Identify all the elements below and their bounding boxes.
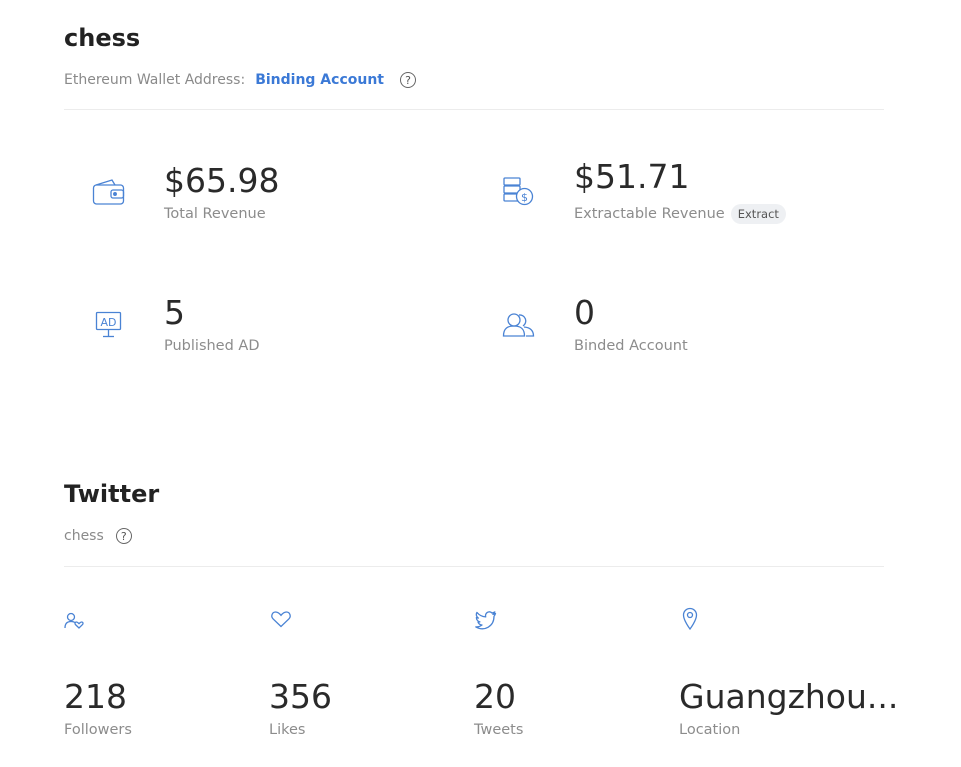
extractable-revenue-row: Extractable Revenue Extract	[574, 204, 786, 224]
binding-account-link[interactable]: Binding Account	[255, 72, 384, 88]
users-icon	[502, 312, 536, 338]
divider	[64, 109, 884, 110]
location-value: Guangzhou...	[679, 677, 899, 716]
total-revenue-label: Total Revenue	[164, 206, 266, 222]
svg-text:$: $	[521, 191, 528, 204]
extractable-revenue-label: Extractable Revenue	[574, 206, 725, 222]
follower-heart-icon	[64, 612, 86, 630]
location-label: Location	[679, 722, 741, 738]
heart-icon	[270, 610, 292, 628]
ad-monitor-icon: AD	[95, 311, 123, 339]
total-revenue-value: $65.98	[164, 161, 280, 200]
wallet-label: Ethereum Wallet Address:	[64, 72, 246, 88]
tweets-label: Tweets	[474, 722, 524, 738]
wallet-icon	[92, 177, 126, 207]
twitter-handle-row: chess ?	[64, 528, 132, 544]
twitter-help-icon[interactable]: ?	[115, 528, 132, 544]
published-ad-label: Published AD	[164, 338, 260, 354]
divider	[64, 566, 884, 567]
twitter-handle: chess	[64, 528, 104, 544]
help-icon[interactable]: ?	[399, 72, 416, 88]
binded-account-value: 0	[574, 293, 595, 332]
wallet-row: Ethereum Wallet Address: Binding Account…	[64, 72, 416, 88]
likes-value: 356	[269, 677, 332, 716]
extractable-revenue-value: $51.71	[574, 157, 690, 196]
extract-button[interactable]: Extract	[730, 204, 786, 224]
account-title: chess	[64, 24, 141, 52]
twitter-bird-icon	[475, 610, 497, 630]
likes-label: Likes	[269, 722, 306, 738]
tweets-value: 20	[474, 677, 516, 716]
ad-icon-text: AD	[101, 316, 117, 329]
binded-account-label: Binded Account	[574, 338, 688, 354]
followers-value: 218	[64, 677, 127, 716]
published-ad-value: 5	[164, 293, 185, 332]
location-pin-icon	[682, 607, 698, 631]
followers-label: Followers	[64, 722, 132, 738]
coins-dollar-icon: $	[502, 176, 536, 208]
twitter-title: Twitter	[64, 480, 160, 508]
